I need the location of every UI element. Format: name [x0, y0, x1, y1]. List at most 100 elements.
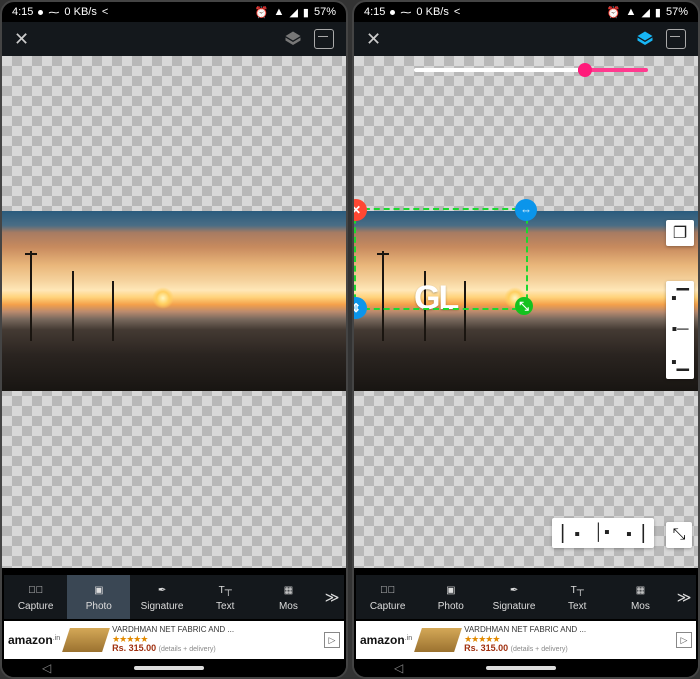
- phone-left: 4:15 ⁓ 0 KB/s < ⏰ ▲ ◢ ▮ 57% ✕: [0, 0, 348, 679]
- delete-handle[interactable]: ✕: [352, 199, 367, 221]
- tool-mosaic[interactable]: ▦ Mos: [609, 575, 672, 619]
- slider-thumb[interactable]: [578, 63, 592, 77]
- app-bar: ✕: [354, 22, 698, 56]
- status-right: ⏰ ▲ ◢ ▮ 57%: [607, 6, 688, 19]
- mosaic-icon: ▦: [284, 583, 293, 599]
- ad-play-icon[interactable]: ▷: [676, 632, 692, 648]
- tool-label: Mos: [631, 601, 650, 612]
- app-bar: ✕: [2, 22, 346, 56]
- tool-label: Capture: [370, 601, 406, 612]
- align-vertical-panel: ▪▔ ▪─ ▪▁: [666, 281, 694, 379]
- ad-price: Rs. 315.00: [464, 643, 508, 653]
- clock: 4:15: [364, 6, 385, 18]
- more-tools-button[interactable]: ≫: [320, 589, 344, 606]
- mosaic-icon: ▦: [636, 583, 645, 599]
- status-bar: 4:15 ⁓ 0 KB/s < ⏰ ▲ ◢ ▮ 57%: [354, 2, 698, 22]
- tool-capture[interactable]: ◯⃞ Capture: [4, 575, 67, 619]
- ad-image: [414, 628, 462, 652]
- nav-home-button[interactable]: [134, 666, 204, 670]
- ad-banner[interactable]: amazon.in VARDHMAN NET FABRIC AND ... ★★…: [356, 621, 696, 659]
- align-middle-icon[interactable]: ▪─: [671, 321, 689, 339]
- tool-text[interactable]: T┬Text: [546, 575, 609, 619]
- wifi-icon: ▲: [274, 6, 285, 18]
- layers-icon[interactable]: [284, 30, 302, 48]
- canvas[interactable]: GL ✕ ⇔ ⇕ ⤡ ❐ ▪▔ ▪─ ▪▁ ▏▪ │▪ ▪▕ ⤡: [354, 56, 698, 568]
- ad-text: VARDHMAN NET FABRIC AND ... ★★★★★ Rs. 31…: [464, 626, 670, 655]
- system-nav: ◁: [2, 659, 346, 677]
- signature-icon: ✒: [158, 583, 166, 599]
- camera-icon: ◯⃞: [380, 583, 395, 599]
- align-right-icon[interactable]: ▪▕: [626, 524, 644, 542]
- battery-pct: 57%: [666, 6, 688, 18]
- align-top-icon[interactable]: ▪▔: [671, 289, 689, 307]
- nav-back-button[interactable]: ◁: [394, 661, 403, 675]
- ad-brand: amazon.in: [8, 633, 60, 647]
- photo-icon: ▣: [94, 583, 103, 599]
- status-left: 4:15 ⁓ 0 KB/s <: [12, 6, 108, 19]
- tool-text[interactable]: T┬Text: [194, 575, 257, 619]
- signal-icon: ◢: [289, 6, 297, 19]
- close-button[interactable]: ✕: [366, 29, 381, 50]
- collapse-icon[interactable]: ⤡: [666, 522, 692, 548]
- ad-play-icon[interactable]: ▷: [324, 632, 340, 648]
- nav-home-button[interactable]: [486, 666, 556, 670]
- share-icon: <: [454, 6, 460, 18]
- tool-strip: ◯⃞Capture ▣Photo ✒Signature T┬Text ▦Mos …: [356, 575, 696, 619]
- nav-back-button[interactable]: ◁: [42, 661, 51, 675]
- photo-layer[interactable]: [2, 211, 346, 391]
- tool-photo[interactable]: ▣Photo: [67, 575, 130, 619]
- camera-icon: ◯⃞: [28, 583, 43, 599]
- dot-icon: [390, 10, 395, 15]
- tool-capture[interactable]: ◯⃞ Capture: [356, 575, 419, 619]
- pole-graphic: [30, 251, 32, 341]
- tool-label: Signature: [493, 601, 536, 612]
- ad-image: [62, 628, 110, 652]
- tool-label: Photo: [438, 601, 464, 612]
- ad-details: (details + delivery): [159, 646, 216, 653]
- clock: 4:15: [12, 6, 33, 18]
- align-left-icon[interactable]: ▏▪: [562, 524, 580, 542]
- battery-icon: ▮: [303, 6, 309, 19]
- signal-icon: ◢: [641, 6, 649, 19]
- pole-graphic: [112, 281, 114, 341]
- cloud-icon: ⁓: [48, 6, 59, 19]
- layers-icon[interactable]: [636, 30, 654, 48]
- tool-photo[interactable]: ▣ Photo: [419, 575, 482, 619]
- share-icon: <: [102, 6, 108, 18]
- tool-label: Capture: [18, 601, 54, 612]
- tool-label: Text: [568, 601, 586, 612]
- save-icon[interactable]: [666, 29, 686, 49]
- duplicate-icon[interactable]: ❐: [671, 224, 689, 242]
- align-horizontal-panel: ▏▪ │▪ ▪▕: [552, 518, 654, 548]
- net-speed-unit: KB/s: [426, 6, 449, 18]
- tool-label: Mos: [279, 601, 298, 612]
- selection-box[interactable]: ✕ ⇔ ⇕ ⤡: [354, 208, 528, 310]
- canvas[interactable]: [2, 56, 346, 568]
- close-button[interactable]: ✕: [14, 29, 29, 50]
- tool-strip: ◯⃞Capture ▣Photo ✒Signature T┬Text ▦Mos …: [4, 575, 344, 619]
- tool-signature[interactable]: ✒ Signature: [130, 575, 193, 619]
- status-left: 4:15 ⁓ 0 KB/s <: [364, 6, 460, 19]
- cloud-icon: ⁓: [400, 6, 411, 19]
- ad-details: (details + delivery): [511, 646, 568, 653]
- ad-text: VARDHMAN NET FABRIC AND ... ★★★★★ Rs. 31…: [112, 626, 318, 655]
- phone-right: 4:15 ⁓ 0 KB/s < ⏰ ▲ ◢ ▮ 57% ✕: [352, 0, 700, 679]
- flip-horizontal-handle[interactable]: ⇔: [515, 199, 537, 221]
- tool-signature[interactable]: ✒Signature: [482, 575, 545, 619]
- tool-mosaic[interactable]: ▦ Mos: [257, 575, 320, 619]
- align-center-icon[interactable]: │▪: [594, 524, 612, 542]
- battery-icon: ▮: [655, 6, 661, 19]
- align-bottom-icon[interactable]: ▪▁: [671, 353, 689, 371]
- resize-handle[interactable]: ⤡: [515, 297, 533, 315]
- alarm-icon: ⏰: [255, 6, 269, 19]
- photo-icon: ▣: [446, 583, 455, 599]
- alarm-icon: ⏰: [607, 6, 621, 19]
- more-tools-button[interactable]: ≫: [672, 589, 696, 606]
- opacity-slider[interactable]: [414, 68, 648, 72]
- ad-brand: amazon.in: [360, 633, 412, 647]
- battery-pct: 57%: [314, 6, 336, 18]
- copy-panel: ❐: [666, 220, 694, 246]
- tool-label: Signature: [141, 601, 184, 612]
- ad-banner[interactable]: amazon.in VARDHMAN NET FABRIC AND ... ★★…: [4, 621, 344, 659]
- save-icon[interactable]: [314, 29, 334, 49]
